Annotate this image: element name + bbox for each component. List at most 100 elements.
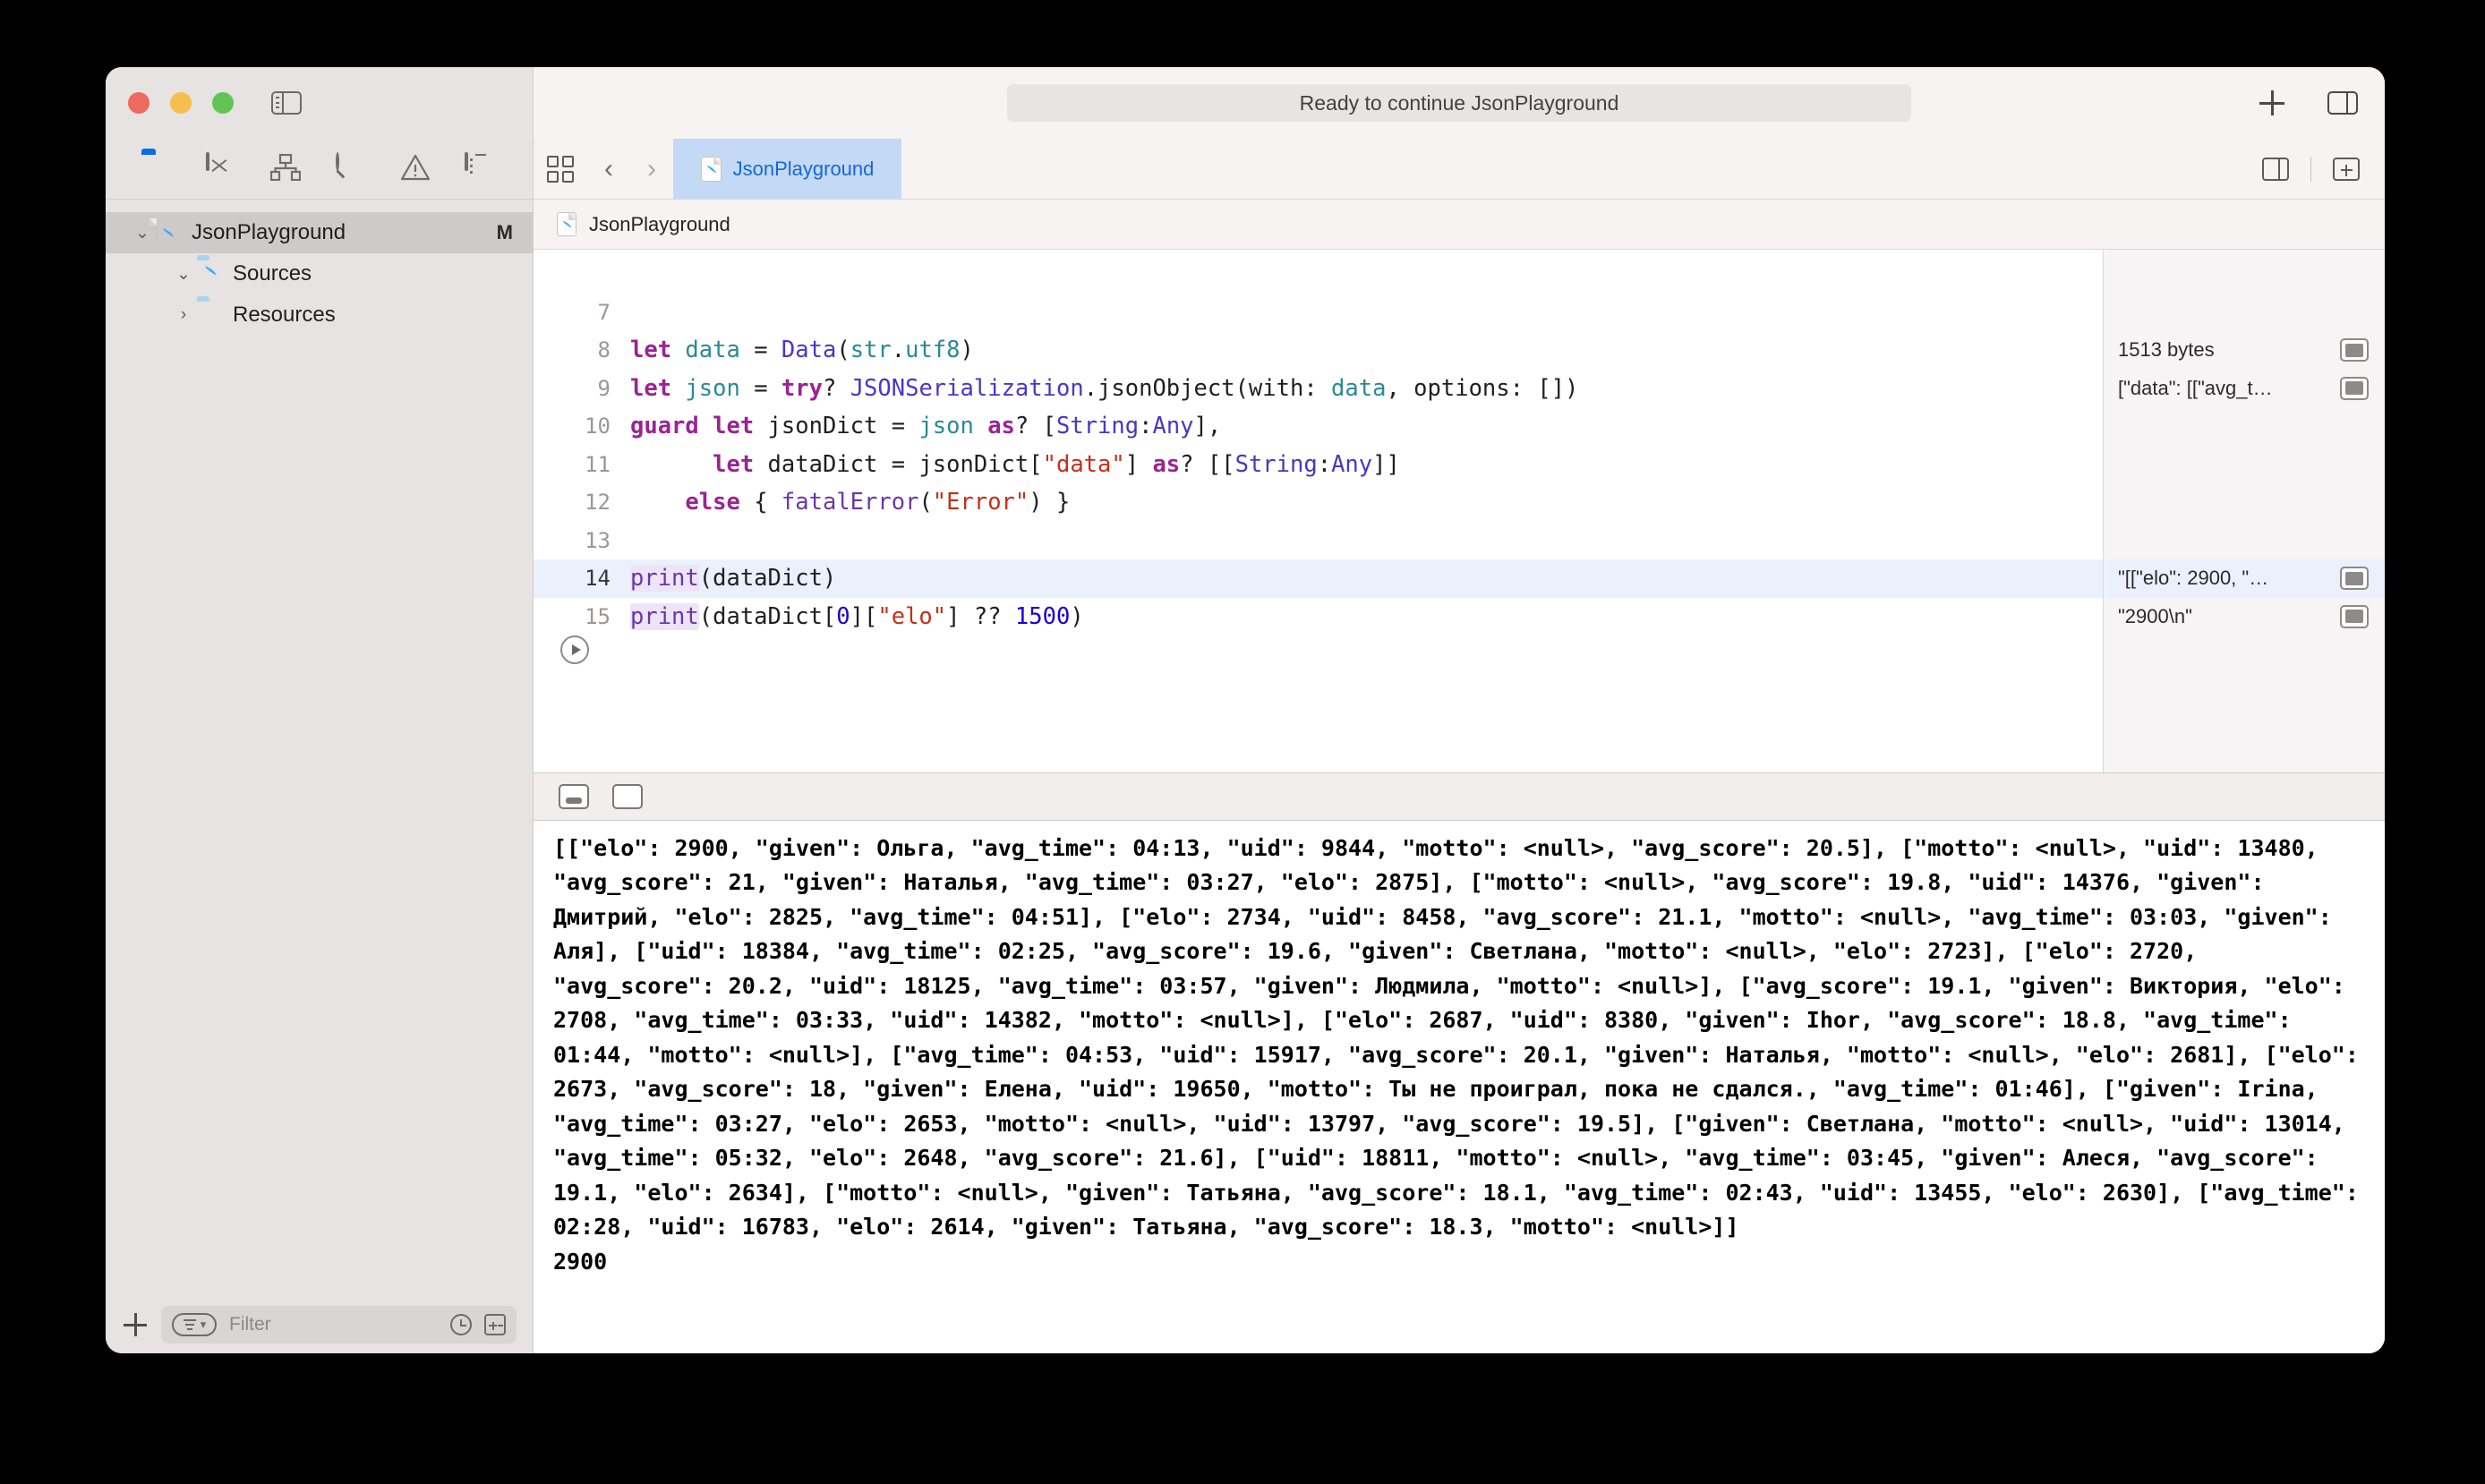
tree-item-sources[interactable]: ⌄ Sources (106, 253, 533, 294)
minimap-toggle-icon[interactable] (2262, 158, 2289, 181)
quick-look-button[interactable] (2340, 605, 2369, 628)
code-token: ] ?? (946, 603, 1015, 630)
code-line[interactable]: 11 let dataDict = jsonDict["data"] as? [… (534, 446, 2103, 484)
code-token: ? [[ (1180, 451, 1234, 478)
code-line[interactable]: 10guard let jsonDict = json as? [String:… (534, 407, 2103, 446)
code-line[interactable]: 13 (534, 522, 2103, 560)
code-line[interactable]: 7 (534, 294, 2103, 332)
quick-look-button[interactable] (2340, 567, 2369, 590)
result-value: "2900\n" (2118, 605, 2331, 628)
line-content: let data = Data(str.utf8) (630, 337, 974, 363)
add-icon[interactable] (2259, 90, 2284, 115)
minimize-window-button[interactable] (170, 92, 192, 114)
result-row: "[["elo": 2900, "… (2104, 559, 2385, 598)
editor-options-icon[interactable] (534, 139, 587, 199)
find-navigator-icon[interactable] (336, 154, 368, 184)
line-number: 9 (534, 376, 630, 401)
breadcrumb: JsonPlayground (534, 200, 2385, 250)
recent-files-icon[interactable] (450, 1314, 472, 1335)
navigator-toggle-icon[interactable] (271, 91, 302, 115)
filter-input[interactable]: ▾ Filter (161, 1306, 517, 1343)
close-window-button[interactable] (128, 92, 149, 114)
code-token: String (1235, 451, 1318, 478)
filter-options-icon[interactable]: ▾ (172, 1313, 217, 1336)
code-token: as (987, 413, 1015, 439)
quick-look-button[interactable] (2340, 338, 2369, 362)
code-token: ? (823, 375, 850, 402)
editor-area: ‹ › JsonPlayground JsonPla (533, 139, 2385, 1353)
line-number: 10 (534, 414, 630, 439)
result-row: 1513 bytes (2104, 331, 2385, 370)
inspector-toggle-icon[interactable] (2327, 91, 2358, 115)
code-token: print (630, 565, 699, 592)
line-number: 7 (534, 300, 630, 325)
line-content: guard let jsonDict = json as? [String:An… (630, 413, 1221, 439)
quick-look-button[interactable] (2340, 377, 2369, 400)
quick-look-icon (2345, 344, 2363, 357)
breadcrumb-label: JsonPlayground (589, 213, 730, 236)
code-token: ]] (1372, 451, 1400, 478)
tree-item-label: Sources (233, 261, 513, 286)
code-line[interactable]: 9let json = try? JSONSerialization.jsonO… (534, 370, 2103, 408)
add-file-icon[interactable] (124, 1313, 147, 1336)
title-bar: Ready to continue JsonPlayground (106, 67, 2385, 139)
code-token: utf8 (905, 337, 960, 363)
code-line[interactable]: 15print(dataDict[0]["elo"] ?? 1500) (534, 598, 2103, 636)
console-output-panel[interactable]: [["elo": 2900, "given": Ольга, "avg_time… (534, 821, 2385, 1354)
code-token: guard (630, 413, 713, 439)
code-token: = (892, 413, 919, 439)
zoom-window-button[interactable] (212, 92, 234, 114)
code-lines[interactable]: 678let data = Data(str.utf8)9let json = … (534, 250, 2103, 772)
tab-bar-actions (2262, 139, 2385, 199)
source-control-filter-icon[interactable] (484, 1314, 506, 1335)
split-console-icon[interactable] (612, 784, 643, 809)
tab-jsonplayground[interactable]: JsonPlayground (673, 139, 901, 199)
run-playground-button[interactable] (560, 635, 589, 664)
code-token: . (892, 337, 905, 363)
status-bar[interactable]: Ready to continue JsonPlayground (1007, 84, 1911, 122)
code-token: (dataDict[ (699, 603, 837, 630)
line-content: else { fatalError("Error") } (630, 489, 1070, 516)
code-token: ) (1070, 603, 1083, 630)
navigate-forward-button[interactable]: › (630, 139, 673, 199)
tree-item-resources[interactable]: › Resources (106, 294, 533, 336)
source-control-navigator-icon[interactable] (206, 154, 238, 184)
result-row: "2900\n" (2104, 598, 2385, 636)
tab-bar: ‹ › JsonPlayground (534, 139, 2385, 200)
code-token: let (630, 337, 685, 363)
project-navigator-icon[interactable] (141, 154, 174, 184)
issue-navigator-icon[interactable] (400, 154, 432, 184)
code-token: let (713, 451, 767, 478)
add-editor-icon[interactable] (2333, 158, 2360, 181)
code-token: ) (961, 337, 974, 363)
line-number: 11 (534, 452, 630, 477)
disclosure-triangle-icon[interactable]: › (170, 305, 197, 325)
code-line[interactable]: 8let data = Data(str.utf8) (534, 331, 2103, 370)
code-token: = (892, 451, 919, 478)
result-value: 1513 bytes (2118, 338, 2331, 362)
line-number: 12 (534, 490, 630, 515)
navigate-back-button[interactable]: ‹ (587, 139, 630, 199)
code-token: "Error" (933, 489, 1029, 516)
code-editor: 678let data = Data(str.utf8)9let json = … (534, 250, 2385, 772)
show-console-icon[interactable] (559, 784, 589, 809)
tree-item-label: JsonPlayground (192, 220, 497, 245)
code-token: ( (836, 337, 850, 363)
navigator-filter-bar: ▾ Filter (106, 1296, 533, 1353)
disclosure-triangle-icon[interactable]: ⌄ (170, 264, 197, 285)
report-navigator-icon[interactable] (465, 154, 497, 184)
window-controls (128, 92, 234, 114)
code-line[interactable]: 12 else { fatalError("Error") } (534, 483, 2103, 522)
modified-badge: M (497, 221, 513, 244)
code-line[interactable]: 14print(dataDict) (534, 559, 2103, 598)
result-row (2104, 522, 2385, 560)
code-token: { (740, 489, 781, 516)
tree-item-jsonplayground[interactable]: ⌄ JsonPlayground M (106, 212, 533, 253)
swift-playground-file-icon (156, 218, 180, 247)
code-token: print (630, 603, 699, 630)
hierarchy-navigator-icon[interactable] (270, 154, 303, 184)
code-token: Any (1331, 451, 1372, 478)
code-token: Any (1152, 413, 1193, 439)
quick-look-icon (2345, 572, 2363, 585)
line-content: let dataDict = jsonDict["data"] as? [[St… (630, 451, 1400, 478)
